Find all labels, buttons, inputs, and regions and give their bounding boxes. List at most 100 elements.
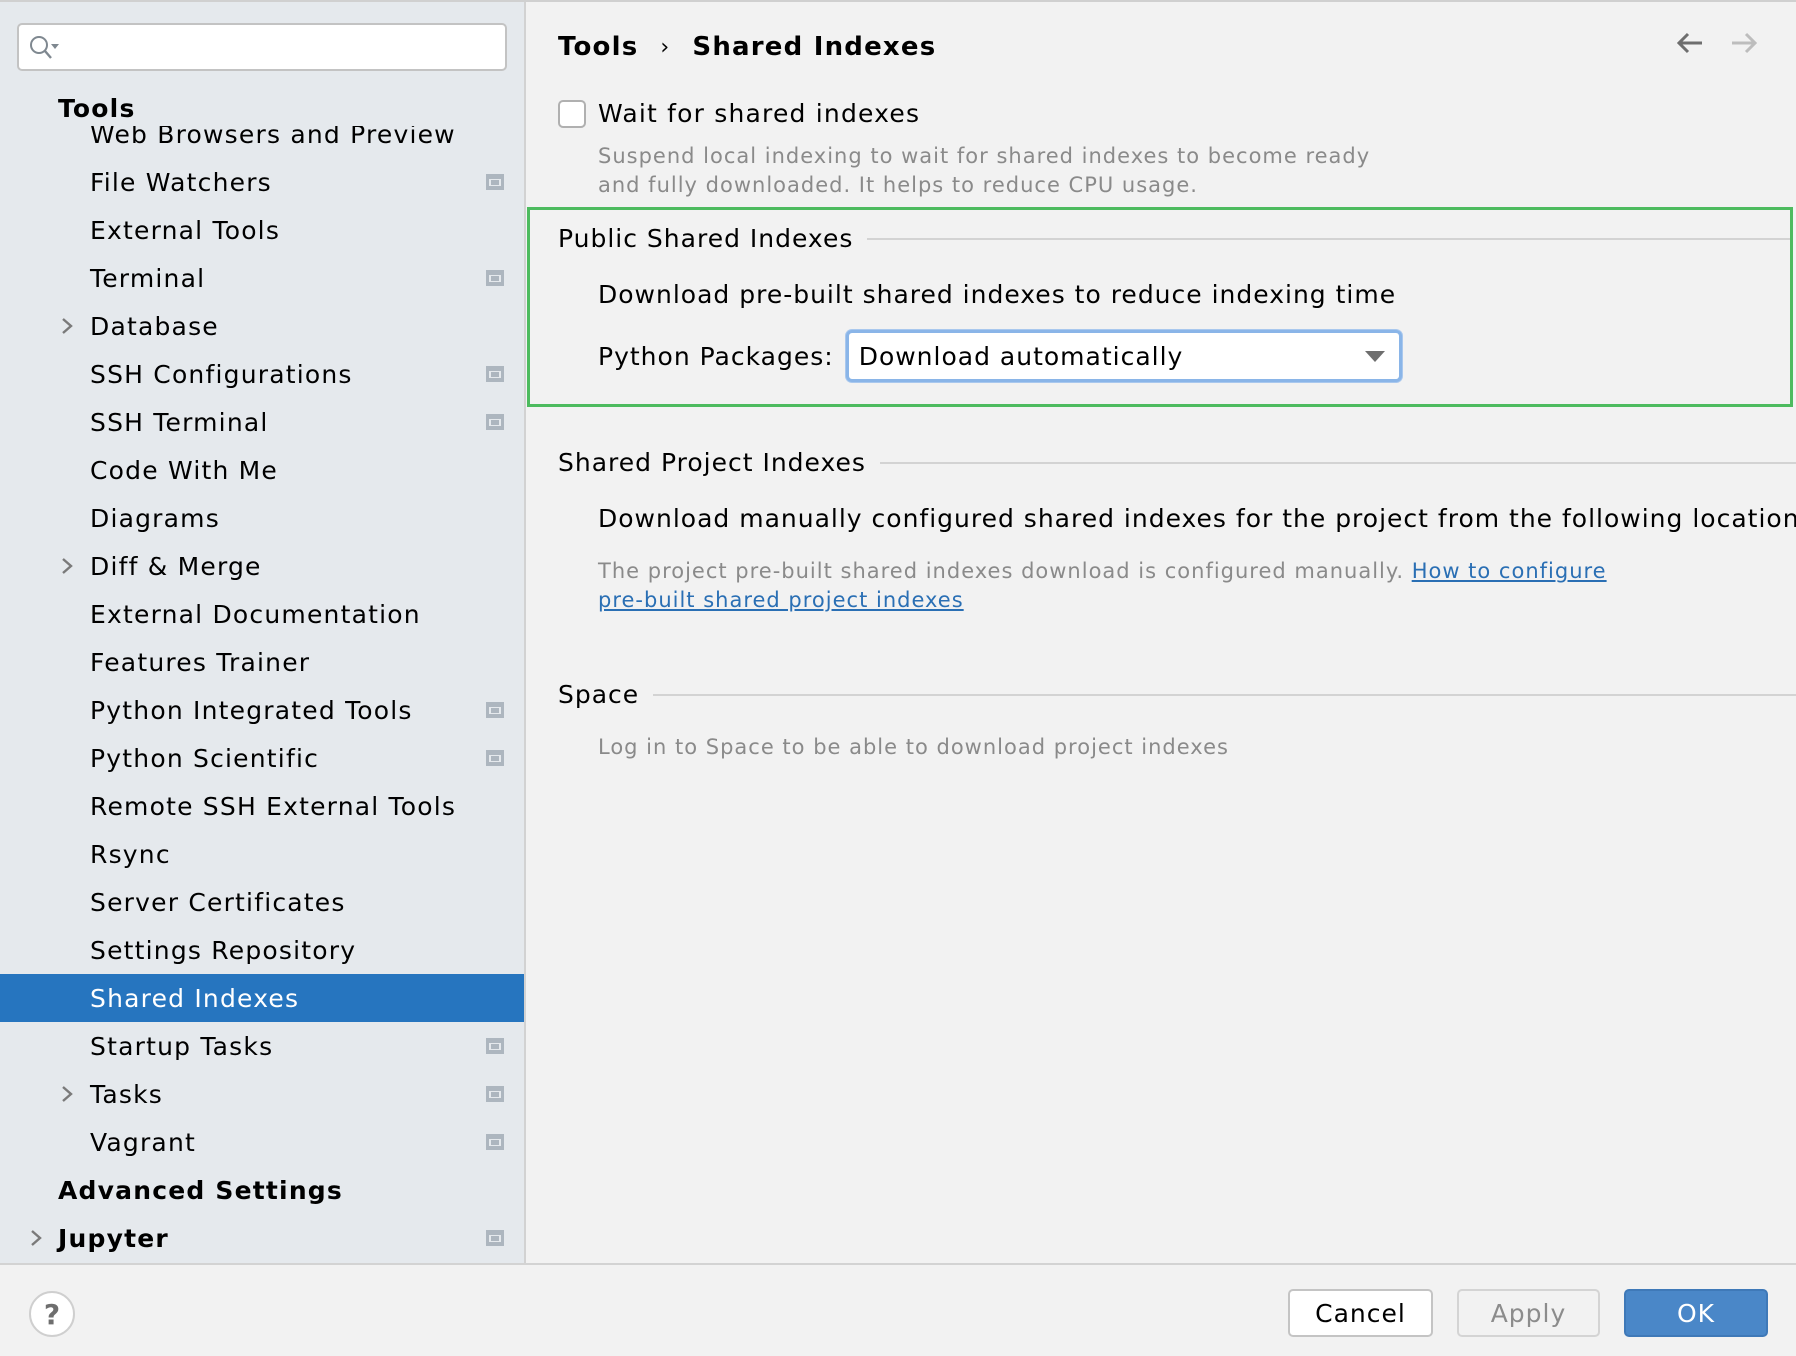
python-packages-dropdown[interactable]: Download automatically [845, 330, 1402, 382]
project-level-settings-icon [486, 1230, 504, 1246]
sidebar-item-ssh-configurations[interactable]: SSH Configurations [0, 350, 524, 398]
sidebar-item-label: Python Integrated Tools [90, 695, 413, 725]
cancel-button[interactable]: Cancel [1288, 1289, 1433, 1337]
sidebar-item-advanced-settings[interactable]: Advanced Settings [0, 1166, 524, 1214]
sidebar-item-label: Terminal [90, 263, 206, 293]
search-icon [30, 36, 59, 59]
sidebar-item-label: Features Trainer [90, 647, 311, 677]
sidebar-item-diff-merge[interactable]: Diff & Merge [0, 542, 524, 590]
history-navigation [1676, 32, 1758, 58]
sidebar-item-terminal[interactable]: Terminal [0, 254, 524, 302]
sidebar-item-label: Jupyter [58, 1223, 169, 1253]
forward-arrow-icon[interactable] [1730, 32, 1758, 58]
breadcrumb: Tools › Shared Indexes [558, 32, 936, 62]
python-packages-selected-value: Download automatically [858, 342, 1184, 371]
public-shared-indexes-header: Public Shared Indexes [558, 224, 1790, 253]
how-to-configure-link-continued[interactable]: pre-built shared project indexes [598, 588, 964, 612]
sticky-header-label: Tools [58, 94, 136, 123]
hint-line-2: and fully downloaded. It helps to reduce… [598, 173, 1198, 197]
shared-project-indexes-header: Shared Project Indexes [558, 448, 1796, 477]
project-level-settings-icon [486, 750, 504, 766]
sidebar-item-label: Shared Indexes [90, 983, 300, 1013]
sidebar-item-label: Python Scientific [90, 743, 320, 773]
sidebar-item-file-watchers[interactable]: File Watchers [0, 158, 524, 206]
sidebar-item-settings-repository[interactable]: Settings Repository [0, 926, 524, 974]
python-packages-row: Python Packages: Download automatically [598, 330, 1402, 382]
sidebar-sticky-group-header[interactable]: Tools [0, 90, 524, 126]
chevron-right-icon[interactable] [60, 1085, 74, 1103]
space-header: Space [558, 680, 1796, 709]
public-shared-indexes-title: Public Shared Indexes [558, 224, 854, 253]
sidebar-item-label: Startup Tasks [90, 1031, 274, 1061]
dropdown-arrow-icon [1364, 351, 1385, 362]
sidebar-item-label: Vagrant [90, 1127, 196, 1157]
sidebar-item-label: Remote SSH External Tools [90, 791, 457, 821]
space-login-note: Log in to Space to be able to download p… [598, 735, 1229, 759]
project-level-settings-icon [486, 270, 504, 286]
sidebar-item-label: Diff & Merge [90, 551, 262, 581]
sidebar-item-vagrant[interactable]: Vagrant [0, 1118, 524, 1166]
search-input[interactable] [67, 29, 497, 65]
project-level-settings-icon [486, 366, 504, 382]
sidebar-item-label: External Tools [90, 215, 281, 245]
wait-for-shared-indexes-option[interactable]: Wait for shared indexes [558, 99, 920, 128]
settings-search-field[interactable] [17, 23, 507, 71]
sidebar-item-label: Code With Me [90, 455, 279, 485]
sidebar-item-label: Settings Repository [90, 935, 357, 965]
sidebar-item-python-scientific[interactable]: Python Scientific [0, 734, 524, 782]
sidebar-item-python-integrated-tools[interactable]: Python Integrated Tools [0, 686, 524, 734]
sidebar-item-label: Diagrams [90, 503, 220, 533]
sidebar-item-database[interactable]: Database [0, 302, 524, 350]
shared-project-indexes-description: Download manually configured shared inde… [598, 504, 1796, 533]
sidebar-item-external-documentation[interactable]: External Documentation [0, 590, 524, 638]
section-separator [879, 461, 1796, 464]
sidebar-item-label: Advanced Settings [58, 1175, 343, 1205]
sidebar-item-label: Database [90, 311, 219, 341]
settings-sidebar: Tools Web Browsers and Preview File Watch… [0, 2, 524, 1263]
wait-for-shared-indexes-checkbox[interactable] [558, 99, 586, 128]
sidebar-item-features-trainer[interactable]: Features Trainer [0, 638, 524, 686]
sidebar-item-server-certificates[interactable]: Server Certificates [0, 878, 524, 926]
chevron-right-icon[interactable] [60, 557, 74, 575]
project-level-settings-icon [486, 1134, 504, 1150]
how-to-configure-link[interactable]: How to configure [1412, 559, 1607, 583]
project-level-settings-icon [486, 414, 504, 430]
project-level-settings-icon [486, 1038, 504, 1054]
sidebar-item-label: File Watchers [90, 167, 272, 197]
sidebar-item-remote-ssh-external-tools[interactable]: Remote SSH External Tools [0, 782, 524, 830]
breadcrumb-separator-icon: › [660, 34, 671, 60]
section-separator [653, 693, 1796, 696]
sidebar-item-code-with-me[interactable]: Code With Me [0, 446, 524, 494]
python-packages-label: Python Packages: [598, 341, 834, 371]
sidebar-item-label: SSH Configurations [90, 359, 353, 389]
sidebar-item-tasks[interactable]: Tasks [0, 1070, 524, 1118]
apply-button[interactable]: Apply [1457, 1289, 1600, 1337]
sidebar-item-rsync[interactable]: Rsync [0, 830, 524, 878]
help-button[interactable]: ? [29, 1291, 75, 1337]
sidebar-item-shared-indexes[interactable]: Shared Indexes [0, 974, 524, 1022]
project-note-text: The project pre-built shared indexes dow… [598, 559, 1404, 583]
project-level-settings-icon [486, 174, 504, 190]
sidebar-item-label: Rsync [90, 839, 171, 869]
chevron-right-icon[interactable] [60, 317, 74, 335]
breadcrumb-item-tools[interactable]: Tools [558, 32, 638, 62]
sidebar-item-jupyter[interactable]: Jupyter [0, 1214, 524, 1262]
wait-for-shared-indexes-hint: Suspend local indexing to wait for share… [598, 142, 1418, 200]
settings-tree: Web Browsers and Preview File Watchers Ext… [0, 110, 524, 1262]
sidebar-item-external-tools[interactable]: External Tools [0, 206, 524, 254]
chevron-right-icon[interactable] [29, 1229, 43, 1247]
sidebar-item-startup-tasks[interactable]: Startup Tasks [0, 1022, 524, 1070]
project-level-settings-icon [486, 1086, 504, 1102]
wait-for-shared-indexes-label[interactable]: Wait for shared indexes [598, 99, 920, 128]
space-title: Space [558, 680, 640, 709]
settings-content-panel: Tools › Shared Indexes Wait for shared i… [526, 2, 1796, 1263]
dialog-button-bar: ? Cancel Apply OK [0, 1263, 1796, 1356]
sidebar-item-label: Server Certificates [90, 887, 346, 917]
sidebar-item-ssh-terminal[interactable]: SSH Terminal [0, 398, 524, 446]
project-level-settings-icon [486, 702, 504, 718]
shared-project-indexes-note: The project pre-built shared indexes dow… [598, 557, 1607, 615]
ok-button[interactable]: OK [1624, 1289, 1768, 1337]
sidebar-item-diagrams[interactable]: Diagrams [0, 494, 524, 542]
shared-project-indexes-title: Shared Project Indexes [558, 448, 866, 477]
back-arrow-icon[interactable] [1676, 32, 1704, 58]
